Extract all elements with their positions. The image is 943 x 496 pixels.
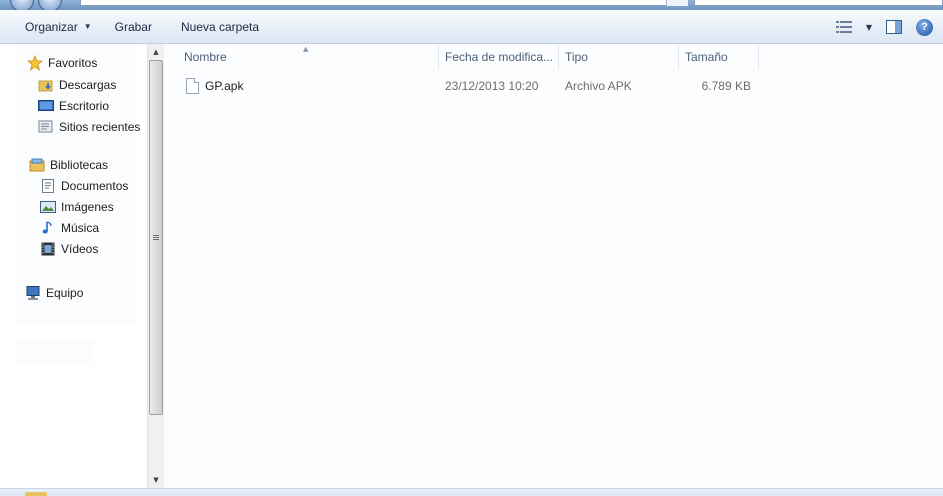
nav-documents-label: Documentos (61, 179, 129, 193)
music-note-icon (40, 220, 56, 236)
address-dropdown-button[interactable] (666, 0, 688, 6)
navigation-scrollbar[interactable]: ▲ ▼ (147, 44, 164, 488)
column-header-type[interactable]: Tipo (559, 44, 679, 70)
nav-recent-label: Sitios recientes (59, 120, 141, 134)
nav-recent[interactable]: Sitios recientes (38, 118, 140, 136)
file-row[interactable]: GP.apk 23/12/2013 10:20 Archivo APK 6.78… (164, 75, 943, 97)
nav-documents[interactable]: Documentos (40, 177, 128, 195)
column-header-date[interactable]: Fecha de modifica... (439, 44, 559, 70)
column-header-name[interactable]: Nombre (178, 44, 439, 70)
nav-music-label: Música (61, 221, 100, 235)
nav-music[interactable]: Música (40, 219, 99, 237)
nav-images[interactable]: Imágenes (40, 198, 114, 216)
burn-button[interactable]: Grabar (107, 16, 160, 38)
preview-pane-icon[interactable] (886, 20, 902, 34)
computer-icon (25, 285, 41, 301)
file-name: GP.apk (205, 79, 244, 93)
forward-button[interactable] (38, 0, 62, 10)
nav-libraries-label: Bibliotecas (50, 158, 109, 172)
libraries-icon (29, 157, 45, 173)
scroll-up-arrow-icon[interactable]: ▲ (148, 44, 164, 60)
grip-icon (153, 235, 159, 240)
nav-pane-highlight (16, 340, 94, 366)
file-icon (186, 78, 199, 94)
column-header-type-label: Tipo (565, 50, 588, 64)
nav-downloads[interactable]: Descargas (38, 76, 116, 94)
nav-desktop[interactable]: Escritorio (38, 97, 109, 115)
column-headers: Nombre ▲ Fecha de modifica... Tipo Tamañ… (164, 44, 943, 70)
nav-images-label: Imágenes (61, 200, 114, 214)
file-date: 23/12/2013 10:20 (445, 79, 539, 93)
nav-computer[interactable]: Equipo (25, 284, 83, 302)
organize-label: Organizar (25, 19, 78, 34)
star-icon (26, 54, 44, 71)
chevron-down-icon: ▼ (83, 22, 92, 31)
downloads-folder-icon (38, 77, 54, 93)
nav-videos-label: Vídeos (61, 242, 99, 256)
scroll-down-arrow-icon[interactable]: ▼ (148, 472, 164, 488)
chevron-down-icon: ▼ (865, 22, 872, 32)
file-type: Archivo APK (565, 79, 632, 93)
file-name-cell: GP.apk (186, 75, 243, 97)
navigation-pane: Favoritos Descargas Escritorio Sitios re… (0, 44, 147, 488)
desktop-icon (38, 98, 54, 114)
new-folder-button[interactable]: Nueva carpeta (173, 16, 267, 38)
search-input[interactable] (694, 0, 943, 6)
nav-favorites[interactable]: Favoritos (26, 54, 98, 72)
nav-computer-label: Equipo (46, 286, 84, 300)
nav-libraries[interactable]: Bibliotecas (29, 156, 108, 174)
change-view-button[interactable]: ▼ (835, 16, 872, 38)
nav-favorites-label: Favoritos (48, 56, 98, 70)
documents-icon (40, 178, 56, 194)
command-bar: Organizar ▼ Grabar Nueva carpeta ▼ ? (0, 10, 943, 44)
film-icon (40, 241, 56, 257)
nav-videos[interactable]: Vídeos (40, 240, 98, 258)
sort-ascending-icon: ▲ (303, 45, 309, 53)
scrollbar-thumb[interactable] (149, 60, 163, 415)
column-header-size[interactable]: Tamaño (679, 44, 759, 70)
nav-desktop-label: Escritorio (59, 99, 110, 113)
column-header-size-label: Tamaño (685, 50, 728, 64)
address-bar[interactable] (80, 0, 688, 6)
view-list-icon (835, 21, 852, 33)
back-button[interactable] (10, 0, 34, 10)
column-header-date-label: Fecha de modifica... (445, 50, 554, 64)
organize-button[interactable]: Organizar ▼ (17, 16, 100, 38)
recent-places-icon (38, 119, 54, 135)
images-icon (40, 199, 56, 215)
file-size: 6.789 KB (701, 79, 751, 93)
details-pane (0, 488, 943, 496)
file-list: Nombre ▲ Fecha de modifica... Tipo Tamañ… (164, 44, 943, 488)
folder-icon (25, 492, 47, 496)
help-icon[interactable]: ? (916, 18, 933, 36)
nav-downloads-label: Descargas (59, 78, 117, 92)
address-bar-strip (0, 0, 943, 10)
column-header-name-label: Nombre (184, 50, 227, 64)
